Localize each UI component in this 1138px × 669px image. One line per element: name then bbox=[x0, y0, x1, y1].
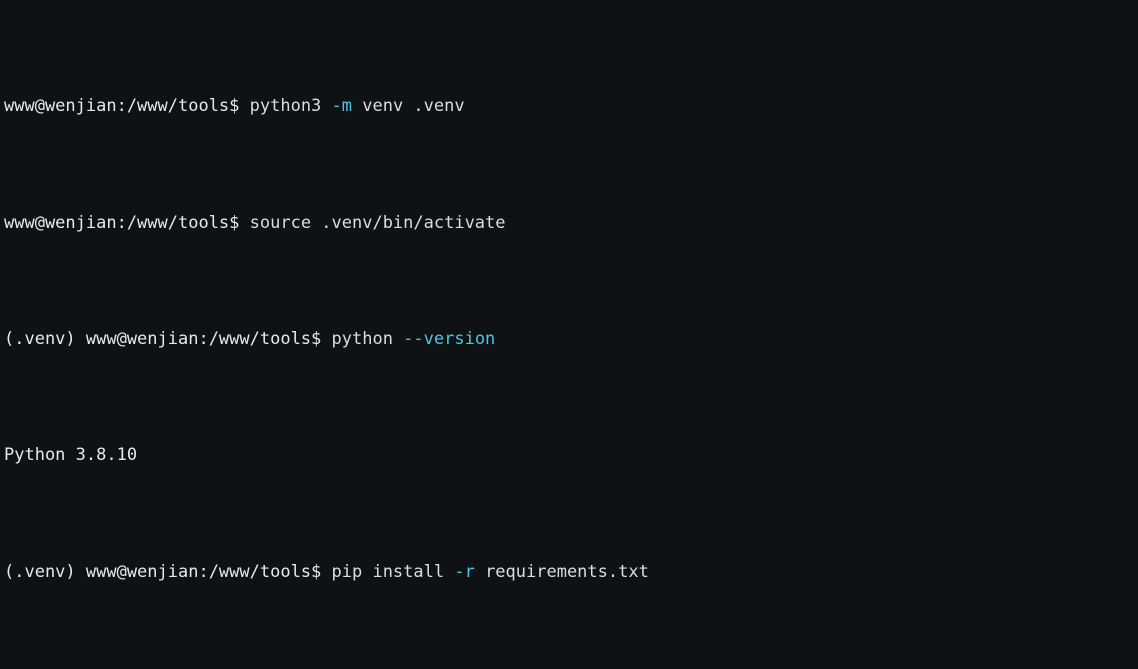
cmd-text: source .venv/bin/activate bbox=[250, 213, 506, 233]
cmd-text: python bbox=[332, 329, 404, 349]
cmd-flag: -r bbox=[454, 562, 474, 582]
cmd-line-3: (.venv) www@wenjian:/www/tools$ python -… bbox=[4, 328, 1134, 351]
prompt: www@wenjian:/www/tools$ bbox=[4, 96, 250, 116]
python-version-output: Python 3.8.10 bbox=[4, 444, 1134, 467]
cmd-line-4: (.venv) www@wenjian:/www/tools$ pip inst… bbox=[4, 561, 1134, 584]
prompt-venv: (.venv) www@wenjian:/www/tools$ bbox=[4, 562, 332, 582]
cmd-line-1: www@wenjian:/www/tools$ python3 -m venv … bbox=[4, 95, 1134, 118]
prompt: www@wenjian:/www/tools$ bbox=[4, 213, 250, 233]
prompt-venv: (.venv) www@wenjian:/www/tools$ bbox=[4, 329, 332, 349]
cmd-rest: venv .venv bbox=[352, 96, 465, 116]
cmd-line-2: www@wenjian:/www/tools$ source .venv/bin… bbox=[4, 212, 1134, 235]
cmd-flag: --version bbox=[403, 329, 495, 349]
cmd-text: python3 bbox=[250, 96, 332, 116]
cmd-text: pip install bbox=[332, 562, 455, 582]
cmd-rest: requirements.txt bbox=[475, 562, 649, 582]
terminal[interactable]: www@wenjian:/www/tools$ python3 -m venv … bbox=[0, 0, 1138, 669]
cmd-flag: -m bbox=[332, 96, 352, 116]
